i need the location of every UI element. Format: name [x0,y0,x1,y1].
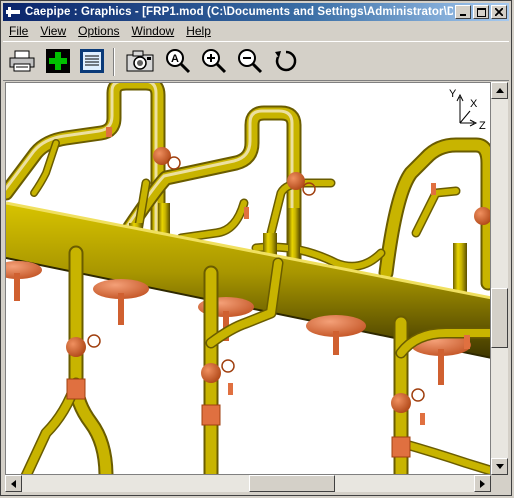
valves-lower [66,334,470,458]
menu-help-label: Help [186,24,211,38]
rotate-button[interactable] [271,46,301,76]
arrow-right-icon [480,479,485,488]
coordinate-triad: Y X Z [449,88,486,132]
print-button[interactable] [7,46,37,76]
maximize-button[interactable] [473,5,489,19]
document-list-icon [80,49,104,73]
rotate-icon [275,50,297,72]
arrow-left-icon [11,479,16,488]
triad-x-label: X [470,98,478,110]
menu-file[interactable]: File [3,24,34,38]
scroll-up-button[interactable] [491,82,508,99]
zoom-in-icon [202,49,227,74]
zoom-auto-button[interactable]: A [163,46,193,76]
window-title: Caepipe : Graphics - [FRP1.mod (C:\Docum… [25,6,453,18]
vertical-scroll-thumb[interactable] [491,288,508,348]
main-window: Caepipe : Graphics - [FRP1.mod (C:\Docum… [0,0,512,496]
scroll-right-button[interactable] [474,475,491,492]
arrow-down-icon [495,464,504,469]
green-plus-icon [46,49,70,73]
title-bar[interactable]: Caepipe : Graphics - [FRP1.mod (C:\Docum… [3,3,509,21]
menu-view[interactable]: View [34,24,72,38]
arrow-up-icon [495,88,504,93]
zoom-in-button[interactable] [199,46,229,76]
menu-help[interactable]: Help [180,24,217,38]
scroll-left-button[interactable] [5,475,22,492]
close-button[interactable] [491,5,507,19]
minimize-button[interactable] [455,5,471,19]
printer-icon [9,50,35,72]
graphics-canvas[interactable]: Y X Z [5,82,491,475]
vertical-scrollbar[interactable] [491,82,508,475]
zoom-a-icon: A [166,49,191,74]
zoom-out-button[interactable] [235,46,265,76]
menu-window[interactable]: Window [126,24,181,38]
menu-options-label: Options [78,24,120,38]
triad-z-label: Z [479,120,486,132]
menu-view-label: View [40,24,67,38]
menu-window-label: Window [131,24,175,38]
menu-bar: File View Options Window Help [3,22,217,40]
capture-button[interactable] [125,46,155,76]
add-button[interactable] [43,46,73,76]
horizontal-scrollbar[interactable] [5,475,491,492]
toolbar: A [3,41,509,81]
menu-options[interactable]: Options [72,24,125,38]
list-button[interactable] [77,46,107,76]
scroll-down-button[interactable] [491,458,508,475]
app-icon[interactable] [5,5,21,19]
triad-y-label: Y [449,88,457,100]
menu-file-label: File [9,24,29,38]
zoom-out-icon [238,49,263,74]
horizontal-scroll-thumb[interactable] [249,475,335,492]
svg-text:A: A [171,53,179,65]
toolbar-separator [113,48,115,76]
piping-model-view: Y X Z [6,83,490,474]
camera-icon [126,50,154,72]
scroll-corner [491,475,508,492]
